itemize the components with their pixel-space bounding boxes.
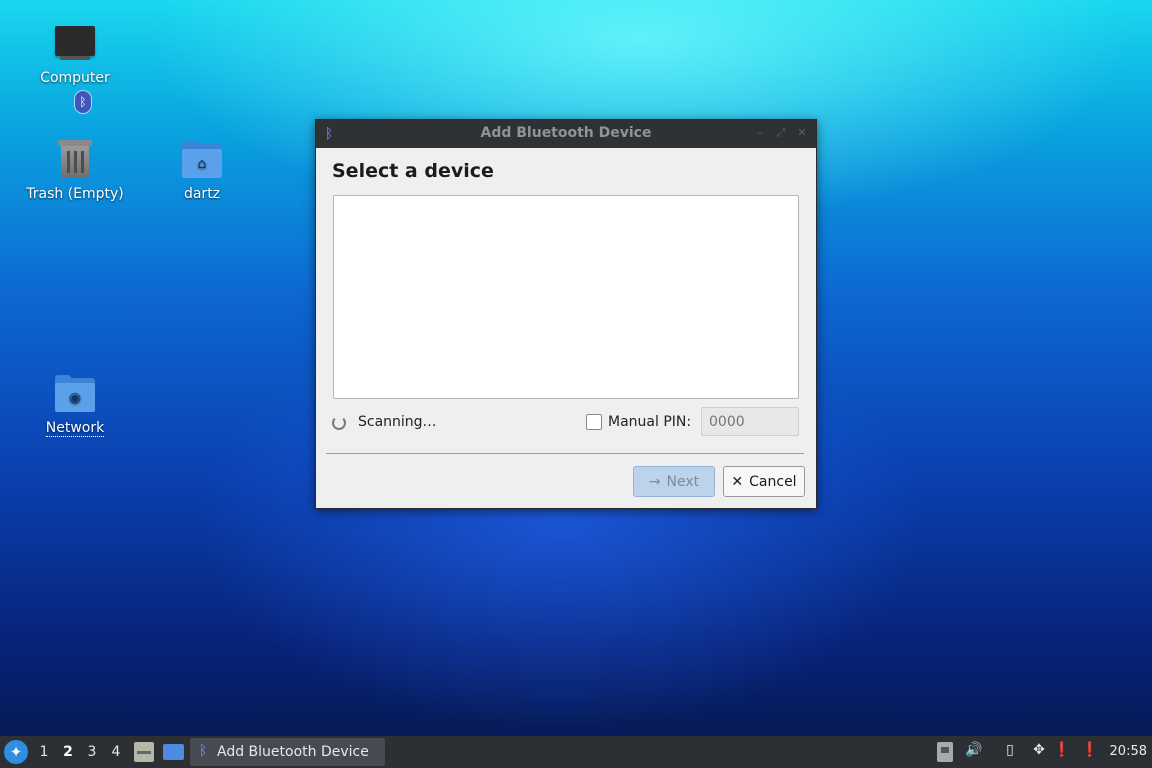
desktop-icon-trash[interactable]: Trash (Empty)	[20, 138, 130, 202]
show-desktop-icon[interactable]	[163, 744, 184, 760]
scan-row: Scanning… Manual PIN:	[332, 407, 799, 439]
taskbar-item-label: Add Bluetooth Device	[217, 744, 369, 760]
manual-pin-checkbox[interactable]	[586, 414, 602, 430]
network-folder-icon: ◉	[53, 372, 97, 416]
pin-input[interactable]	[701, 407, 799, 436]
workspace-3[interactable]: 3	[84, 744, 100, 760]
taskbar: ✦ 1 2 3 4 ᛒ Add Bluetooth Device 🔊 ▯ ✥ ❗…	[0, 736, 1152, 768]
desktop-icon-home-folder[interactable]: ⌂ dartz	[147, 138, 257, 202]
bluetooth-icon[interactable]: ᛒ	[75, 91, 91, 113]
desktop-icon-label: dartz	[183, 186, 221, 202]
add-bluetooth-device-dialog: ᛒ Add Bluetooth Device – ⤢ ✕ Select a de…	[315, 119, 817, 509]
home-folder-icon: ⌂	[180, 138, 224, 182]
computer-icon	[53, 22, 97, 66]
dialog-heading: Select a device	[332, 160, 494, 182]
taskbar-item-add-bluetooth-device[interactable]: ᛒ Add Bluetooth Device	[190, 738, 385, 766]
alert-notification-icon[interactable]: ❗	[1080, 742, 1100, 762]
desktop-icon-label: Trash (Empty)	[26, 186, 124, 202]
start-menu-icon[interactable]: ✦	[4, 740, 28, 764]
desktop-icon-network[interactable]: ◉ Network	[20, 372, 130, 437]
dialog-title: Add Bluetooth Device	[480, 125, 652, 141]
next-button[interactable]: → Next	[633, 466, 715, 497]
arrow-right-icon: →	[648, 473, 661, 490]
separator	[326, 453, 804, 454]
cancel-button[interactable]: ✕ Cancel	[723, 466, 805, 497]
removable-media-icon[interactable]	[937, 742, 953, 762]
close-icon[interactable]: ✕	[796, 126, 808, 140]
dialog-titlebar[interactable]: ᛒ Add Bluetooth Device – ⤢ ✕	[316, 120, 816, 148]
update-notification-icon[interactable]: ❗	[1052, 742, 1072, 762]
clock[interactable]: 20:58	[1110, 744, 1147, 759]
workspace-4[interactable]: 4	[108, 744, 124, 760]
close-icon: ✕	[731, 473, 744, 490]
manual-pin-label[interactable]: Manual PIN:	[608, 414, 691, 430]
file-manager-icon[interactable]	[134, 742, 154, 762]
spinner-icon	[332, 416, 346, 430]
desktop-icon-label: Computer	[40, 70, 110, 86]
maximize-icon[interactable]: ⤢	[775, 126, 787, 140]
minimize-icon[interactable]: –	[754, 126, 766, 140]
clipboard-icon[interactable]: ▯	[1000, 742, 1020, 762]
workspace-1[interactable]: 1	[36, 744, 52, 760]
scanning-status: Scanning…	[358, 414, 437, 430]
bluetooth-icon: ᛒ	[199, 743, 208, 759]
volume-icon[interactable]: 🔊	[964, 742, 984, 762]
workspace-2[interactable]: 2	[60, 744, 76, 760]
device-list[interactable]	[333, 195, 799, 399]
next-button-label: Next	[666, 473, 700, 490]
cancel-button-label: Cancel	[749, 473, 797, 490]
trash-icon	[53, 138, 97, 182]
desktop-icon-computer[interactable]: Computer	[20, 22, 130, 86]
desktop-icon-label: Network	[45, 420, 105, 437]
network-tray-icon[interactable]: ✥	[1030, 742, 1048, 762]
